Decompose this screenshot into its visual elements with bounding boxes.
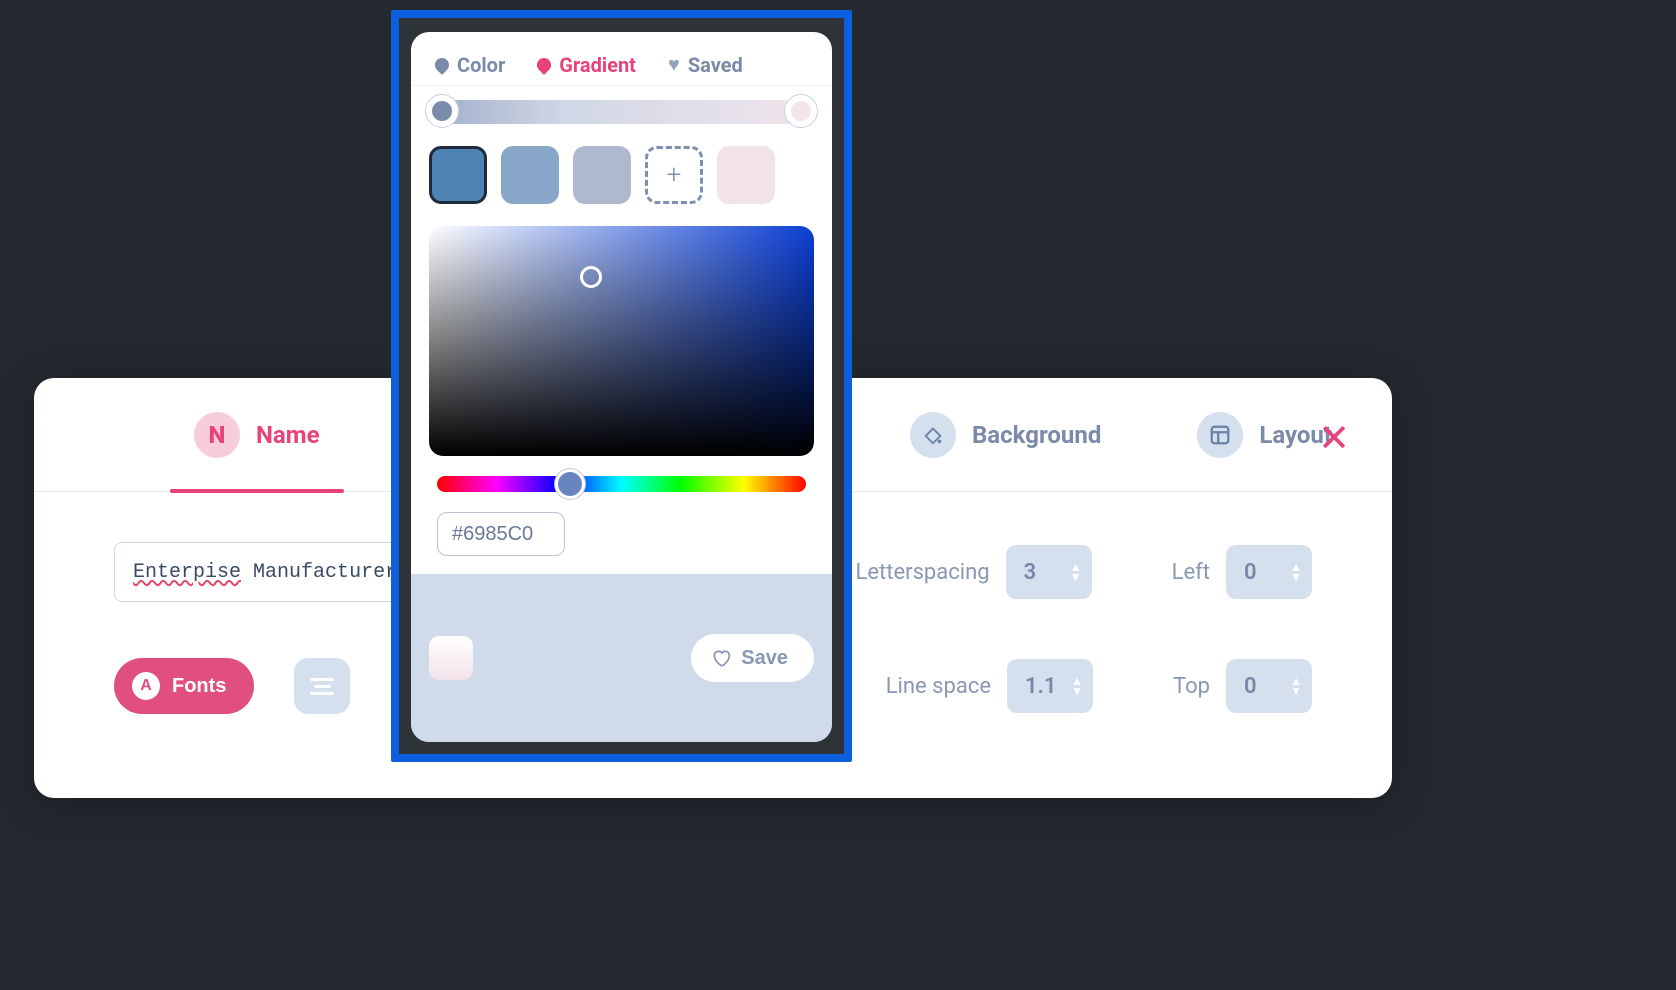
swatch-1[interactable]	[429, 146, 487, 204]
swatch-row: +	[411, 124, 832, 204]
swatch-5[interactable]	[717, 146, 775, 204]
tab-background-label: Background	[972, 421, 1101, 449]
preview-swatch	[429, 636, 473, 680]
left-stepper[interactable]: 0 ▲▼	[1226, 545, 1312, 599]
linespace-value: 1.1	[1025, 674, 1056, 699]
picker-tab-saved[interactable]: ♥ Saved	[668, 52, 743, 77]
color-picker: Color Gradient ♥ Saved +	[411, 32, 832, 742]
linespace-field: Line space 1.1 ▲▼	[930, 659, 1093, 713]
gradient-stop-right[interactable]	[784, 94, 818, 128]
saturation-value-field[interactable]	[429, 226, 814, 456]
top-value: 0	[1244, 674, 1257, 699]
align-button[interactable]	[294, 658, 350, 714]
top-label: Top	[1173, 674, 1210, 699]
stepper-arrows-icon: ▲▼	[1070, 562, 1082, 582]
sv-cursor-icon[interactable]	[580, 266, 602, 288]
letterspacing-field: Letterspacing 3 ▲▼	[902, 545, 1092, 599]
picker-tabs: Color Gradient ♥ Saved	[411, 32, 832, 86]
picker-tab-gradient[interactable]: Gradient	[537, 53, 636, 77]
heart-icon	[711, 648, 731, 668]
tab-name-icon: N	[194, 412, 240, 458]
color-picker-highlight: Color Gradient ♥ Saved +	[391, 10, 852, 762]
layout-icon	[1197, 412, 1243, 458]
top-field: Top 0 ▲▼	[1173, 659, 1312, 713]
picker-tab-color[interactable]: Color	[435, 53, 505, 77]
fonts-icon: A	[132, 672, 160, 700]
align-center-icon	[310, 674, 334, 699]
tab-name-label: Name	[256, 421, 320, 449]
hue-thumb[interactable]	[555, 469, 585, 499]
fonts-button[interactable]: A Fonts	[114, 658, 254, 714]
name-input[interactable]: Enterpise Manufacturers	[114, 542, 434, 602]
heart-icon: ♥	[668, 52, 680, 77]
left-label: Left	[1172, 560, 1210, 585]
stepper-arrows-icon: ▲▼	[1290, 676, 1302, 696]
swatch-add[interactable]: +	[645, 146, 703, 204]
stepper-arrows-icon: ▲▼	[1290, 562, 1302, 582]
tab-background[interactable]: Background	[910, 412, 1101, 458]
left-value: 0	[1244, 560, 1257, 585]
hue-slider[interactable]	[437, 476, 806, 492]
tab-layout[interactable]: Layout	[1197, 412, 1332, 458]
name-input-rest	[241, 561, 253, 584]
linespace-stepper[interactable]: 1.1 ▲▼	[1007, 659, 1093, 713]
hex-input[interactable]	[437, 512, 565, 556]
gradient-bar[interactable]	[429, 100, 814, 124]
linespace-label: Line space	[886, 674, 991, 699]
picker-tab-color-label: Color	[457, 53, 505, 77]
picker-tab-saved-label: Saved	[688, 53, 743, 77]
drop-icon	[534, 55, 554, 75]
drop-icon	[432, 55, 452, 75]
hex-row	[411, 492, 832, 556]
top-stepper[interactable]: 0 ▲▼	[1226, 659, 1312, 713]
close-icon[interactable]: ✕	[1318, 416, 1350, 461]
swatch-2[interactable]	[501, 146, 559, 204]
stepper-arrows-icon: ▲▼	[1071, 676, 1083, 696]
letterspacing-value: 3	[1024, 560, 1037, 585]
left-field: Left 0 ▲▼	[1172, 545, 1312, 599]
name-input-misspelled: Enterpise	[133, 561, 241, 584]
fonts-button-label: Fonts	[172, 675, 226, 698]
bucket-icon	[910, 412, 956, 458]
letterspacing-stepper[interactable]: 3 ▲▼	[1006, 545, 1092, 599]
save-button-label: Save	[741, 647, 788, 670]
picker-tab-gradient-label: Gradient	[559, 53, 636, 77]
picker-footer: Save	[411, 574, 832, 742]
letterspacing-label: Letterspacing	[856, 560, 990, 585]
tab-name[interactable]: N Name	[194, 412, 320, 458]
swatch-3[interactable]	[573, 146, 631, 204]
save-button[interactable]: Save	[691, 634, 814, 682]
gradient-stop-left[interactable]	[425, 94, 459, 128]
